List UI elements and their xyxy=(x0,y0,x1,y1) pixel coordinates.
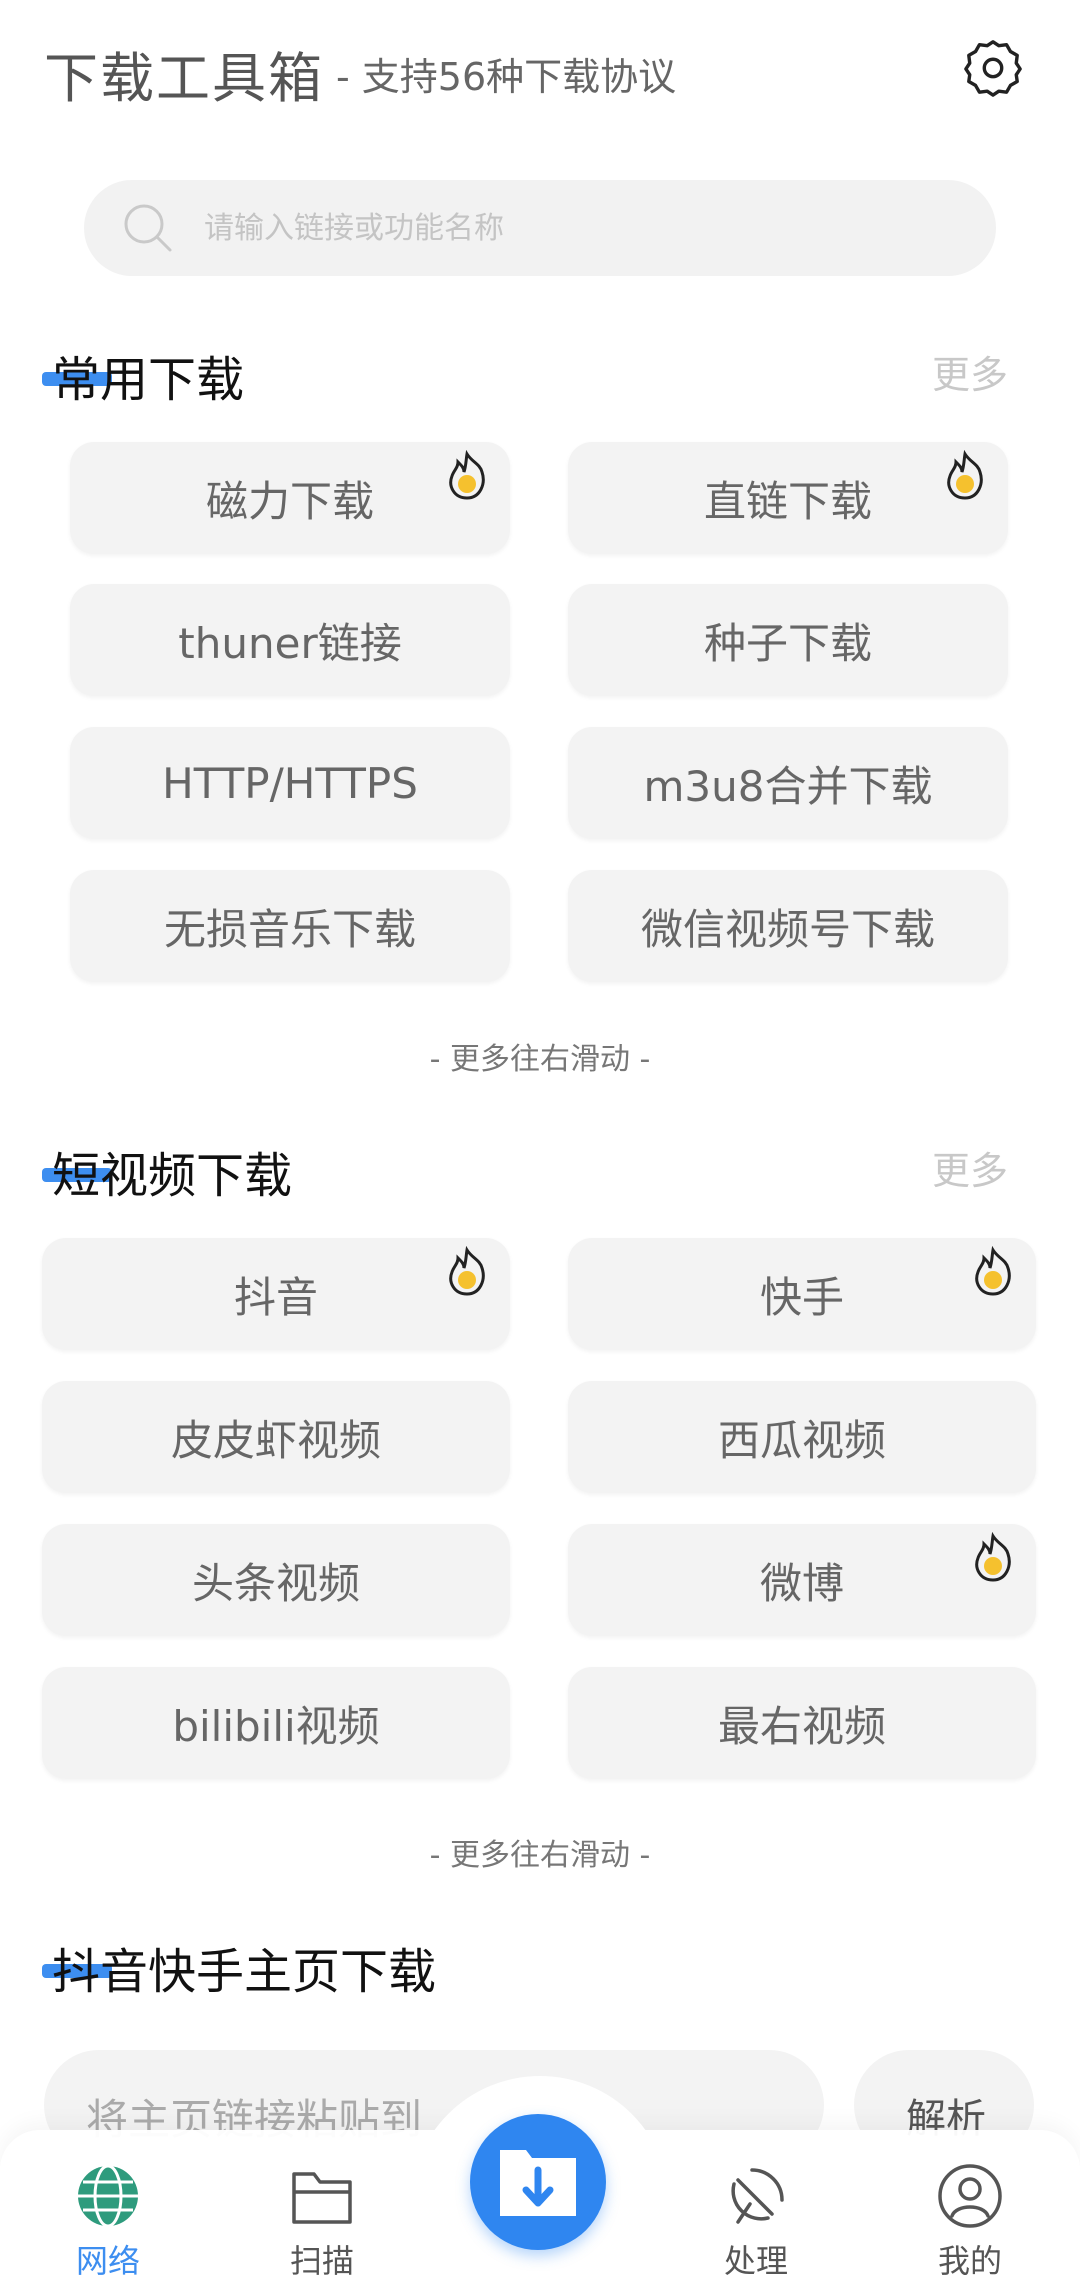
hot-icon xyxy=(947,450,983,500)
grid-item-label: 快手 xyxy=(759,1272,844,1322)
scroll-hint: - 更多往右滑动 - xyxy=(429,1838,651,1873)
grid-item-zuiyou[interactable]: 最右视频 xyxy=(568,1667,1036,1779)
tab-label: 我的 xyxy=(937,2242,1002,2280)
scroll-hint: - 更多往右滑动 - xyxy=(429,1042,651,1077)
section-title-common: 常用下载 xyxy=(42,340,245,410)
grid-item-label: 无损音乐下载 xyxy=(163,904,416,954)
section-title-homepage: 抖音快手主页下载 xyxy=(42,1932,437,2002)
tab-process[interactable]: 处理 xyxy=(686,2160,826,2282)
grid-item-wechat-video[interactable]: 微信视频号下载 xyxy=(568,870,1008,982)
app-subtitle: - 支持56种下载协议 xyxy=(336,55,677,99)
grid-item-direct-link[interactable]: 直链下载 xyxy=(568,442,1008,554)
section-title-text: 短视频下载 xyxy=(52,1148,293,1204)
grid-item-label: 最右视频 xyxy=(717,1701,886,1751)
grid-item-label: 种子下载 xyxy=(703,618,872,668)
grid-item-label: 微信视频号下载 xyxy=(640,904,935,954)
settings-icon[interactable] xyxy=(962,36,1024,98)
section-title-short-video: 短视频下载 xyxy=(42,1136,293,1206)
grid-item-label: bilibili视频 xyxy=(172,1701,380,1751)
grid-item-douyin[interactable]: 抖音 xyxy=(42,1238,510,1350)
download-folder-icon[interactable] xyxy=(470,2114,606,2250)
grid-item-m3u8[interactable]: m3u8合并下载 xyxy=(568,727,1008,839)
tab-label: 网络 xyxy=(75,2242,140,2280)
tab-label: 处理 xyxy=(723,2242,788,2280)
grid-item-label: 微博 xyxy=(759,1558,844,1608)
grid-item-torrent[interactable]: 种子下载 xyxy=(568,584,1008,696)
grid-item-label: thuner链接 xyxy=(178,618,402,668)
grid-item-toutiao[interactable]: 头条视频 xyxy=(42,1524,510,1636)
header: 下载工具箱 - 支持56种下载协议 xyxy=(0,0,1080,140)
more-link-common[interactable]: 更多 xyxy=(932,344,1008,399)
grid-item-http[interactable]: HTTP/HTTPS xyxy=(70,727,510,839)
search-input[interactable] xyxy=(204,180,964,276)
user-icon xyxy=(938,2164,1002,2228)
grid-item-label: HTTP/HTTPS xyxy=(162,758,418,808)
grid-item-lossless-music[interactable]: 无损音乐下载 xyxy=(70,870,510,982)
search-bar[interactable] xyxy=(84,180,996,276)
grid-item-bilibili[interactable]: bilibili视频 xyxy=(42,1667,510,1779)
grid-item-pipixia[interactable]: 皮皮虾视频 xyxy=(42,1381,510,1493)
hot-icon xyxy=(975,1532,1011,1582)
more-link-short-video[interactable]: 更多 xyxy=(932,1140,1008,1195)
grid-item-thunder[interactable]: thuner链接 xyxy=(70,584,510,696)
grid-item-weibo[interactable]: 微博 xyxy=(568,1524,1036,1636)
hot-icon xyxy=(449,1246,485,1296)
hot-icon xyxy=(975,1246,1011,1296)
grid-item-label: 皮皮虾视频 xyxy=(170,1415,381,1465)
grid-item-label: 直链下载 xyxy=(703,476,872,526)
grid-item-label: 西瓜视频 xyxy=(717,1415,886,1465)
hot-icon xyxy=(449,450,485,500)
grid-item-label: m3u8合并下载 xyxy=(643,761,933,811)
tab-mine[interactable]: 我的 xyxy=(900,2160,1040,2282)
satellite-icon xyxy=(731,2168,784,2224)
grid-item-label: 磁力下载 xyxy=(205,476,374,526)
folder-icon xyxy=(292,2172,352,2224)
grid-item-label: 头条视频 xyxy=(191,1558,360,1608)
app-title: 下载工具箱 xyxy=(44,47,324,110)
grid-item-magnet[interactable]: 磁力下载 xyxy=(70,442,510,554)
section-title-text: 抖音快手主页下载 xyxy=(52,1944,437,2000)
search-icon xyxy=(122,202,174,254)
grid-item-xigua[interactable]: 西瓜视频 xyxy=(568,1381,1036,1493)
tab-scan[interactable]: 扫描 xyxy=(252,2160,392,2282)
tab-label: 扫描 xyxy=(289,2242,354,2280)
tab-network[interactable]: 网络 xyxy=(38,2160,178,2282)
section-title-text: 常用下载 xyxy=(52,352,245,408)
globe-icon xyxy=(78,2164,138,2228)
grid-item-label: 抖音 xyxy=(233,1272,318,1322)
grid-item-kuaishou[interactable]: 快手 xyxy=(568,1238,1036,1350)
